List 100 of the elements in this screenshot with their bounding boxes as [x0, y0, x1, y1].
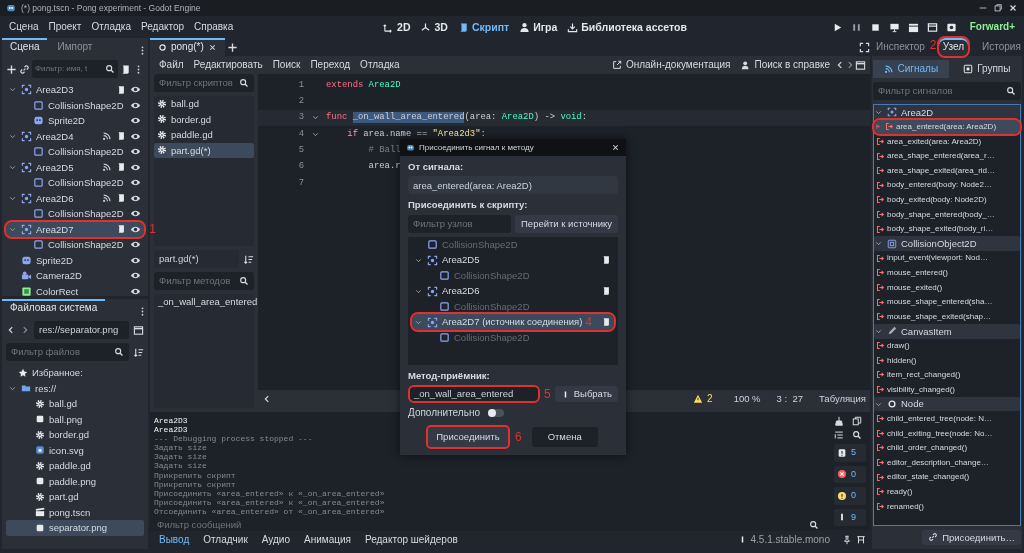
filter-field[interactable]: Фильтр методов [159, 275, 236, 287]
file-tree-item[interactable]: paddle.png [6, 473, 144, 489]
clapperboard-icon[interactable] [907, 21, 919, 33]
script-list-item[interactable]: ball.gd [154, 96, 254, 112]
monitor-icon[interactable] [888, 21, 900, 33]
filter-field[interactable]: Фильтр сообщений [157, 519, 806, 531]
filter-field[interactable]: Фильтр сигналов [878, 85, 1003, 97]
file-tree-item[interactable]: part.gd [6, 489, 144, 505]
pick-button[interactable]: Выбрать [554, 386, 618, 402]
filter-field[interactable]: Фильтр: имя, t [32, 60, 118, 78]
signal-item[interactable]: renamed() [874, 499, 1020, 514]
file-tree-item[interactable]: pong.tscn [6, 504, 144, 520]
renderer-dropdown[interactable]: Forward+ [964, 19, 1020, 35]
signal-item[interactable]: body_exited(body: Node2D) [874, 192, 1020, 208]
scroll-icon[interactable] [601, 317, 611, 328]
chevron-right-icon[interactable] [845, 60, 855, 70]
search-icon[interactable] [105, 64, 115, 74]
signal-item[interactable]: area_exited(area: Area2D) [874, 134, 1020, 149]
class-group-header[interactable]: Area2D [874, 105, 1020, 120]
file-tree-item[interactable]: icon.svg [6, 442, 144, 458]
workspace-tab[interactable]: 3D [415, 18, 453, 36]
connect-button[interactable]: Присоединить… [922, 529, 1021, 545]
dock-tab[interactable]: Импорт [49, 38, 101, 56]
help-button[interactable]: Онлайн-документация [606, 57, 736, 73]
signal-item[interactable]: area_shape_entered(area_r… [874, 148, 1020, 164]
file-tree-item[interactable]: ball.png [6, 411, 144, 427]
scene-tree-item[interactable]: ColorRect [6, 283, 144, 299]
scene-tree-item[interactable]: Area2D5 [6, 159, 144, 175]
plus-icon[interactable] [6, 63, 17, 75]
menu-item[interactable]: Редактор [135, 19, 189, 35]
filter-field[interactable]: Фильтр скриптов [154, 74, 254, 92]
signal-item[interactable]: mouse_exited() [874, 280, 1020, 295]
dock-tab[interactable]: Инспектор [872, 38, 929, 56]
connect-button[interactable]: Присоединить [428, 427, 508, 447]
scroll-icon[interactable] [116, 131, 126, 142]
menu-item[interactable]: Файл [154, 57, 189, 73]
scene-tree-item[interactable]: CollisionShape2D [6, 237, 144, 253]
scroll-icon[interactable] [120, 63, 131, 75]
scene-tree-item[interactable]: Camera2D [6, 268, 144, 284]
signal-item[interactable]: child_exiting_tree(node: No… [874, 426, 1020, 441]
dock-subtab[interactable]: Сигналы [873, 60, 949, 78]
scene-tab[interactable]: pong(*) [150, 38, 225, 56]
signal-item[interactable]: item_rect_changed() [874, 367, 1020, 383]
file-tree-item[interactable]: separator.png [6, 520, 144, 536]
node-tree-item[interactable]: Area2D5 [412, 252, 614, 268]
scroll-icon[interactable] [116, 224, 126, 235]
method-name-field[interactable]: _on_wall_area_entered [408, 385, 540, 404]
script-list-item[interactable]: paddle.gd [154, 127, 254, 143]
sort-icon[interactable] [133, 346, 144, 358]
script-list-item[interactable]: part.gd(*) [154, 142, 254, 158]
file-tree-item[interactable]: border.gd [6, 427, 144, 443]
filter-toggle[interactable]: 0 [834, 465, 866, 483]
signal-item[interactable]: area_entered(area: Area2D) [874, 119, 1020, 135]
scene-tree-item[interactable]: CollisionShape2D [6, 175, 144, 191]
scroll-icon[interactable] [601, 286, 611, 297]
chevron-left-icon[interactable] [835, 60, 845, 70]
filter-field[interactable]: Фильтр узлов [413, 218, 506, 230]
help-button[interactable]: Поиск в справке [735, 57, 835, 73]
signal-item[interactable]: mouse_shape_exited(shap… [874, 309, 1020, 324]
stop-icon[interactable] [869, 21, 881, 33]
scroll-icon[interactable] [116, 193, 126, 204]
scene-tree-item[interactable]: Area2D7 [6, 221, 144, 237]
panel-icon[interactable] [133, 324, 144, 336]
scroll-icon[interactable] [601, 255, 611, 266]
filter-field[interactable]: Фильтр методов [154, 272, 254, 290]
film-icon[interactable] [945, 21, 957, 33]
menu-item[interactable]: Проект [43, 19, 87, 35]
search-icon[interactable] [239, 276, 249, 286]
filter-field[interactable]: Фильтр сообщений [152, 518, 824, 532]
script-list-item[interactable]: border.gd [154, 111, 254, 127]
scene-tree-item[interactable]: Sprite2D [6, 113, 144, 129]
filter-field[interactable]: Фильтр: имя, t [35, 64, 102, 74]
favorites-item[interactable]: Избранное: [6, 365, 144, 381]
search-icon[interactable] [239, 78, 249, 88]
workspace-tab[interactable]: Игра [514, 18, 563, 36]
sort-icon[interactable] [243, 253, 254, 265]
menu-item[interactable]: Отладка [86, 19, 136, 35]
scene-tree-item[interactable]: CollisionShape2D [6, 144, 144, 160]
scroll-icon[interactable] [116, 84, 126, 95]
window-icon[interactable] [926, 21, 938, 33]
scroll-icon[interactable] [116, 162, 126, 173]
close-icon[interactable] [611, 143, 620, 152]
filter-field[interactable]: Фильтр файлов [11, 346, 111, 358]
dock-tab[interactable]: Узел [938, 38, 969, 56]
menu-item[interactable]: Переход [305, 57, 356, 73]
file-tree-item[interactable]: paddle.gd [6, 458, 144, 474]
signal-waves-icon[interactable] [102, 162, 112, 173]
scene-tree-item[interactable]: Area2D4 [6, 128, 144, 144]
bottom-panel-tab[interactable]: Аудио [256, 531, 295, 548]
workspace-tab[interactable]: 2D [378, 18, 416, 36]
close-icon[interactable] [1008, 3, 1018, 13]
path-field[interactable]: res://separator.png [39, 324, 124, 336]
search-icon[interactable] [1006, 86, 1016, 96]
signal-item[interactable]: hidden() [874, 353, 1020, 368]
restore-icon[interactable] [993, 3, 1003, 13]
cancel-button[interactable]: Отмена [531, 427, 598, 447]
scene-tree-item[interactable]: Area2D6 [6, 190, 144, 206]
scene-tree-item[interactable]: Sprite2D [6, 252, 144, 268]
signal-item[interactable]: area_shape_exited(area_rid… [874, 163, 1020, 178]
filter-field[interactable]: Фильтр файлов [6, 343, 129, 361]
